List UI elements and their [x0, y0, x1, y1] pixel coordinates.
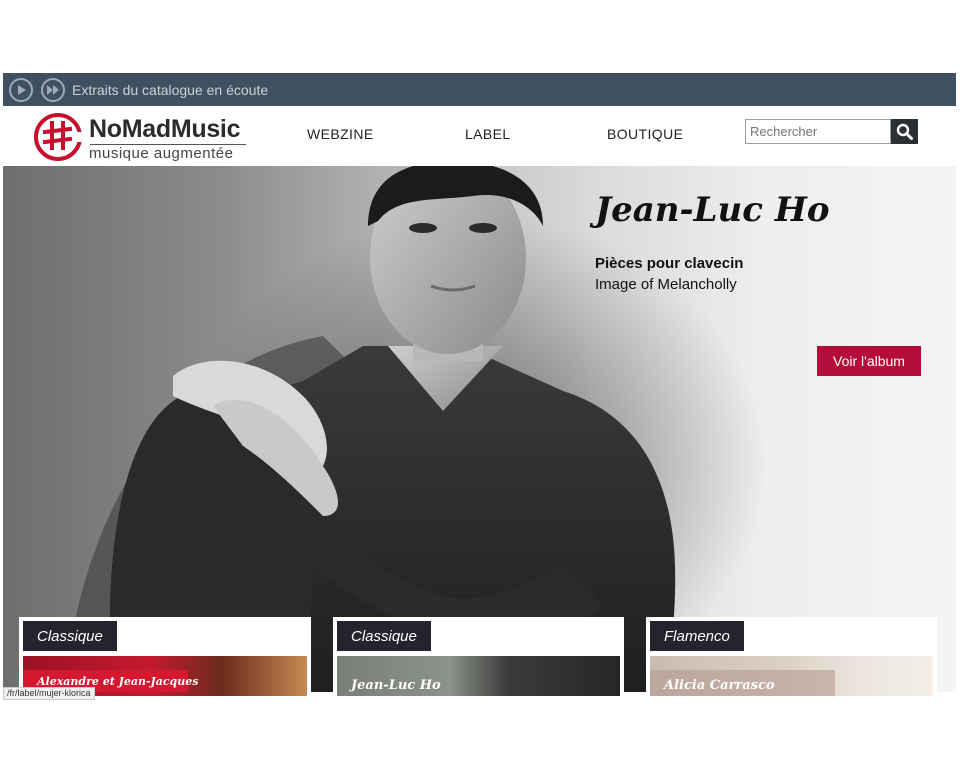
card-category-tag[interactable]: Flamenco	[650, 621, 744, 651]
search-input[interactable]	[745, 119, 891, 144]
card-category-tag[interactable]: Classique	[23, 621, 117, 651]
play-icon[interactable]	[9, 77, 33, 102]
fast-forward-icon[interactable]	[41, 77, 65, 102]
brand-tagline: musique augmentée	[89, 145, 234, 162]
nav-webzine[interactable]: WEBZINE	[307, 126, 374, 142]
card-image[interactable]: Jean-Luc Ho	[337, 656, 620, 696]
card-flamenco[interactable]: Flamenco Alicia Carrasco	[646, 617, 937, 697]
card-classique-2[interactable]: Classique Jean-Luc Ho	[333, 617, 624, 697]
card-image-label: Alicia Carrasco	[664, 678, 775, 693]
audio-player-bar: Extraits du catalogue en écoute	[3, 73, 956, 106]
search-button[interactable]	[891, 119, 918, 144]
site-header: NoMadMusic musique augmentée WEBZINE LAB…	[19, 106, 937, 166]
card-image[interactable]: Alicia Carrasco	[650, 656, 933, 696]
view-album-button[interactable]: Voir l'album	[817, 346, 921, 376]
card-classique-1[interactable]: Classique Alexandre et Jean-Jacques	[19, 617, 311, 697]
card-image-label: Jean-Luc Ho	[351, 678, 441, 693]
player-label[interactable]: Extraits du catalogue en écoute	[72, 82, 268, 98]
hero-album-title: Image of Melancholly	[595, 276, 737, 293]
nav-label[interactable]: LABEL	[465, 126, 511, 142]
brand-name[interactable]: NoMadMusic	[89, 115, 240, 144]
artist-photo	[63, 166, 676, 692]
hero-artist-name: Jean-Luc Ho	[595, 190, 830, 230]
status-bar-url: /fr/label/mujer-klorica	[3, 687, 95, 700]
nav-boutique[interactable]: BOUTIQUE	[607, 126, 683, 142]
card-category-tag[interactable]: Classique	[337, 621, 431, 651]
search-icon	[896, 123, 913, 140]
nomadmusic-logo-icon[interactable]	[33, 112, 83, 162]
hero-banner: Jean-Luc Ho Pièces pour clavecin Image o…	[3, 166, 956, 692]
hero-work-title: Pièces pour clavecin	[595, 255, 744, 272]
